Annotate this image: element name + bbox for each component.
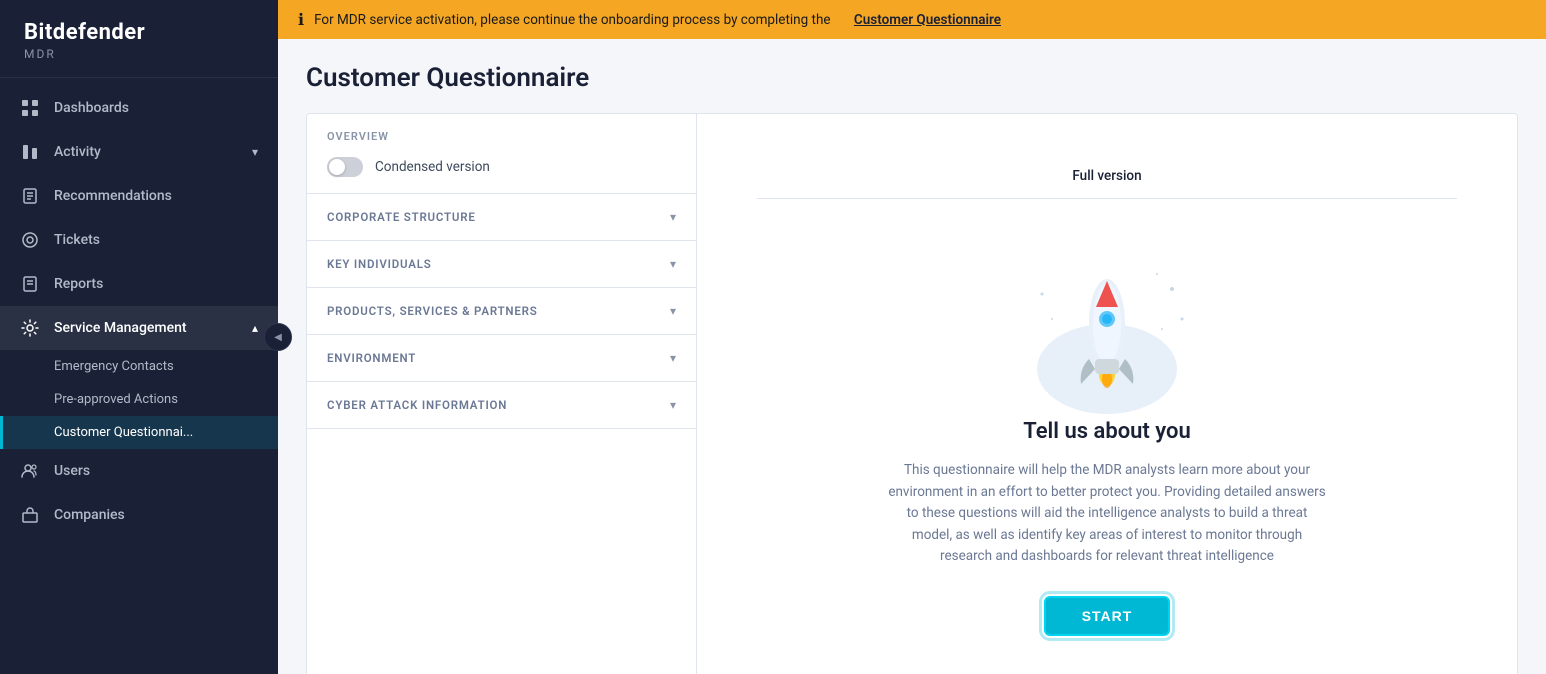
sidebar-item-recommendations[interactable]: Recommendations	[0, 174, 278, 218]
service-management-chevron: ▴	[252, 321, 258, 335]
sidebar-sub-item-pre-approved-actions[interactable]: Pre-approved Actions	[0, 383, 278, 416]
sidebar-item-dashboards-label: Dashboards	[54, 100, 129, 116]
sidebar-item-activity-label: Activity	[54, 144, 101, 160]
sidebar-sub-item-customer-questionnaire-label: Customer Questionnai...	[54, 425, 193, 440]
sidebar-item-tickets[interactable]: Tickets	[0, 218, 278, 262]
tell-us-description: This questionnaire will help the MDR ana…	[887, 460, 1327, 568]
accordion-header-cyber-attack-information[interactable]: CYBER ATTACK INFORMATION ▾	[307, 382, 696, 428]
accordion-environment: ENVIRONMENT ▾	[307, 335, 696, 382]
accordion-header-key-individuals[interactable]: KEY INDIVIDUALS ▾	[307, 241, 696, 287]
start-button[interactable]: START	[1044, 596, 1171, 636]
accordion-chevron-key-individuals: ▾	[670, 257, 676, 271]
banner: ℹ For MDR service activation, please con…	[278, 0, 1546, 39]
condensed-toggle-row: Condensed version	[327, 157, 676, 177]
accordion-title-key-individuals: KEY INDIVIDUALS	[327, 257, 432, 271]
main-content: ℹ For MDR service activation, please con…	[278, 0, 1546, 674]
accordion-title-products-services-partners: PRODUCTS, SERVICES & PARTNERS	[327, 304, 538, 318]
sidebar-item-service-management[interactable]: Service Management ▴	[0, 306, 278, 350]
accordion-title-environment: ENVIRONMENT	[327, 351, 416, 365]
sidebar-sub-item-pre-approved-actions-label: Pre-approved Actions	[54, 392, 178, 407]
overview-label: OVERVIEW	[327, 130, 676, 143]
accordion-chevron-environment: ▾	[670, 351, 676, 365]
sidebar-item-tickets-label: Tickets	[54, 232, 100, 248]
condensed-toggle-label: Condensed version	[375, 159, 490, 175]
accordion-chevron-corporate-structure: ▾	[670, 210, 676, 224]
brand-name: Bitdefender	[24, 20, 254, 45]
condensed-toggle[interactable]	[327, 157, 363, 177]
tell-us-title: Tell us about you	[1023, 419, 1191, 444]
accordion-key-individuals: KEY INDIVIDUALS ▾	[307, 241, 696, 288]
sidebar-item-companies-label: Companies	[54, 507, 125, 523]
right-col-inner: Tell us about you This questionnaire wil…	[847, 199, 1367, 674]
activity-chevron: ▾	[252, 145, 258, 159]
sidebar-logo: Bitdefender MDR	[0, 0, 278, 78]
sidebar-item-activity[interactable]: Activity ▾	[0, 130, 278, 174]
page-title: Customer Questionnaire	[306, 63, 1518, 93]
companies-icon	[20, 505, 40, 525]
accordion-title-corporate-structure: CORPORATE STRUCTURE	[327, 210, 476, 224]
sidebar-item-reports[interactable]: Reports	[0, 262, 278, 306]
questionnaire-panel: OVERVIEW Condensed version CORPORATE STR…	[306, 113, 1518, 674]
accordion-title-cyber-attack-information: CYBER ATTACK INFORMATION	[327, 398, 507, 412]
sidebar-item-users[interactable]: Users	[0, 449, 278, 493]
accordion-corporate-structure: CORPORATE STRUCTURE ▾	[307, 194, 696, 241]
accordion-chevron-cyber-attack-information: ▾	[670, 398, 676, 412]
activity-icon	[20, 142, 40, 162]
accordion-header-products-services-partners[interactable]: PRODUCTS, SERVICES & PARTNERS ▾	[307, 288, 696, 334]
grid-icon	[20, 98, 40, 118]
sidebar-item-reports-label: Reports	[54, 276, 103, 292]
left-column: OVERVIEW Condensed version CORPORATE STR…	[307, 114, 697, 674]
recommendations-icon	[20, 186, 40, 206]
tickets-icon	[20, 230, 40, 250]
banner-link[interactable]: Customer Questionnaire	[854, 12, 1001, 28]
accordion-header-environment[interactable]: ENVIRONMENT ▾	[307, 335, 696, 381]
right-column: Full version	[697, 114, 1517, 674]
sidebar-toggle-icon: ◀	[274, 332, 282, 343]
sidebar-item-service-management-label: Service Management	[54, 320, 187, 336]
sidebar-item-companies[interactable]: Companies	[0, 493, 278, 537]
accordion-chevron-products-services-partners: ▾	[670, 304, 676, 318]
sidebar-nav: Dashboards Activity ▾ Recommendations Ti…	[0, 78, 278, 674]
sidebar-item-dashboards[interactable]: Dashboards	[0, 86, 278, 130]
sidebar-toggle-button[interactable]: ◀	[264, 323, 292, 351]
banner-text: For MDR service activation, please conti…	[314, 12, 830, 28]
accordion-header-corporate-structure[interactable]: CORPORATE STRUCTURE ▾	[307, 194, 696, 240]
accordion-cyber-attack-information: CYBER ATTACK INFORMATION ▾	[307, 382, 696, 429]
brand-sub: MDR	[24, 47, 254, 61]
accordion-products-services-partners: PRODUCTS, SERVICES & PARTNERS ▾	[307, 288, 696, 335]
page-content: Customer Questionnaire OVERVIEW Condense…	[278, 39, 1546, 674]
service-management-icon	[20, 318, 40, 338]
sidebar-sub-item-emergency-contacts[interactable]: Emergency Contacts	[0, 350, 278, 383]
sidebar: Bitdefender MDR Dashboards Activity ▾ Re…	[0, 0, 278, 674]
sidebar-item-recommendations-label: Recommendations	[54, 188, 172, 204]
overview-section: OVERVIEW Condensed version	[307, 114, 696, 194]
sidebar-sub-item-emergency-contacts-label: Emergency Contacts	[54, 359, 174, 374]
banner-icon: ℹ	[298, 10, 304, 29]
sidebar-sub-item-customer-questionnaire[interactable]: Customer Questionnai...	[0, 416, 278, 449]
users-icon	[20, 461, 40, 481]
reports-icon	[20, 274, 40, 294]
sidebar-item-users-label: Users	[54, 463, 90, 479]
rocket-illustration	[1007, 239, 1207, 419]
full-version-tab: Full version	[757, 154, 1457, 199]
